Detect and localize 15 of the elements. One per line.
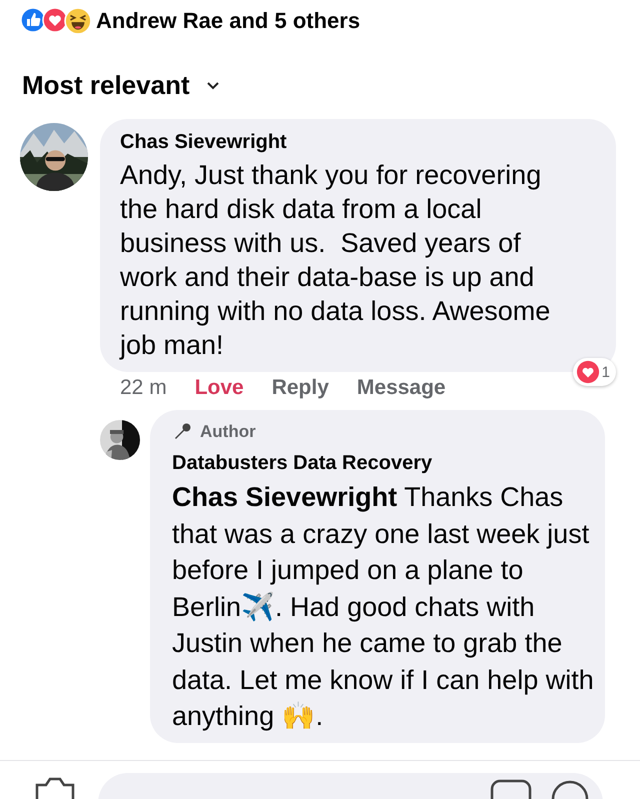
reaction-count[interactable]: 1	[572, 358, 616, 386]
comment-text: Andy, Just thank you for recovering the hard disk data from a local business with us. Saved years of work and their data-base is up and running with no data loss. Awesome job man!	[120, 159, 552, 362]
reactions-summary[interactable]: Andrew Rae and 5 others	[96, 8, 360, 34]
comment-action[interactable]: Reply	[272, 376, 329, 400]
commenter-name[interactable]: Chas Sievewright	[120, 131, 596, 154]
chevron-down-icon[interactable]	[206, 81, 220, 90]
sort-dropdown[interactable]: Most relevant	[22, 70, 190, 101]
comment-action[interactable]: Love	[194, 376, 244, 400]
comment-time: 22 m	[120, 376, 167, 400]
like-icon	[20, 7, 46, 33]
comment-action[interactable]: Message	[356, 376, 446, 400]
commenter-name[interactable]: Databusters Data Recovery	[172, 452, 585, 475]
comment-text: Chas Sievewright Thanks Chas that was a crazy one last week just before I jumped on a plane to Berlin✈. Had good chats with Justin when he came to grab the data. Let me know if I can help with anything 🙌.	[172, 481, 595, 733]
laughing-emoji-icon	[64, 7, 92, 35]
author-label: Author	[200, 422, 256, 442]
